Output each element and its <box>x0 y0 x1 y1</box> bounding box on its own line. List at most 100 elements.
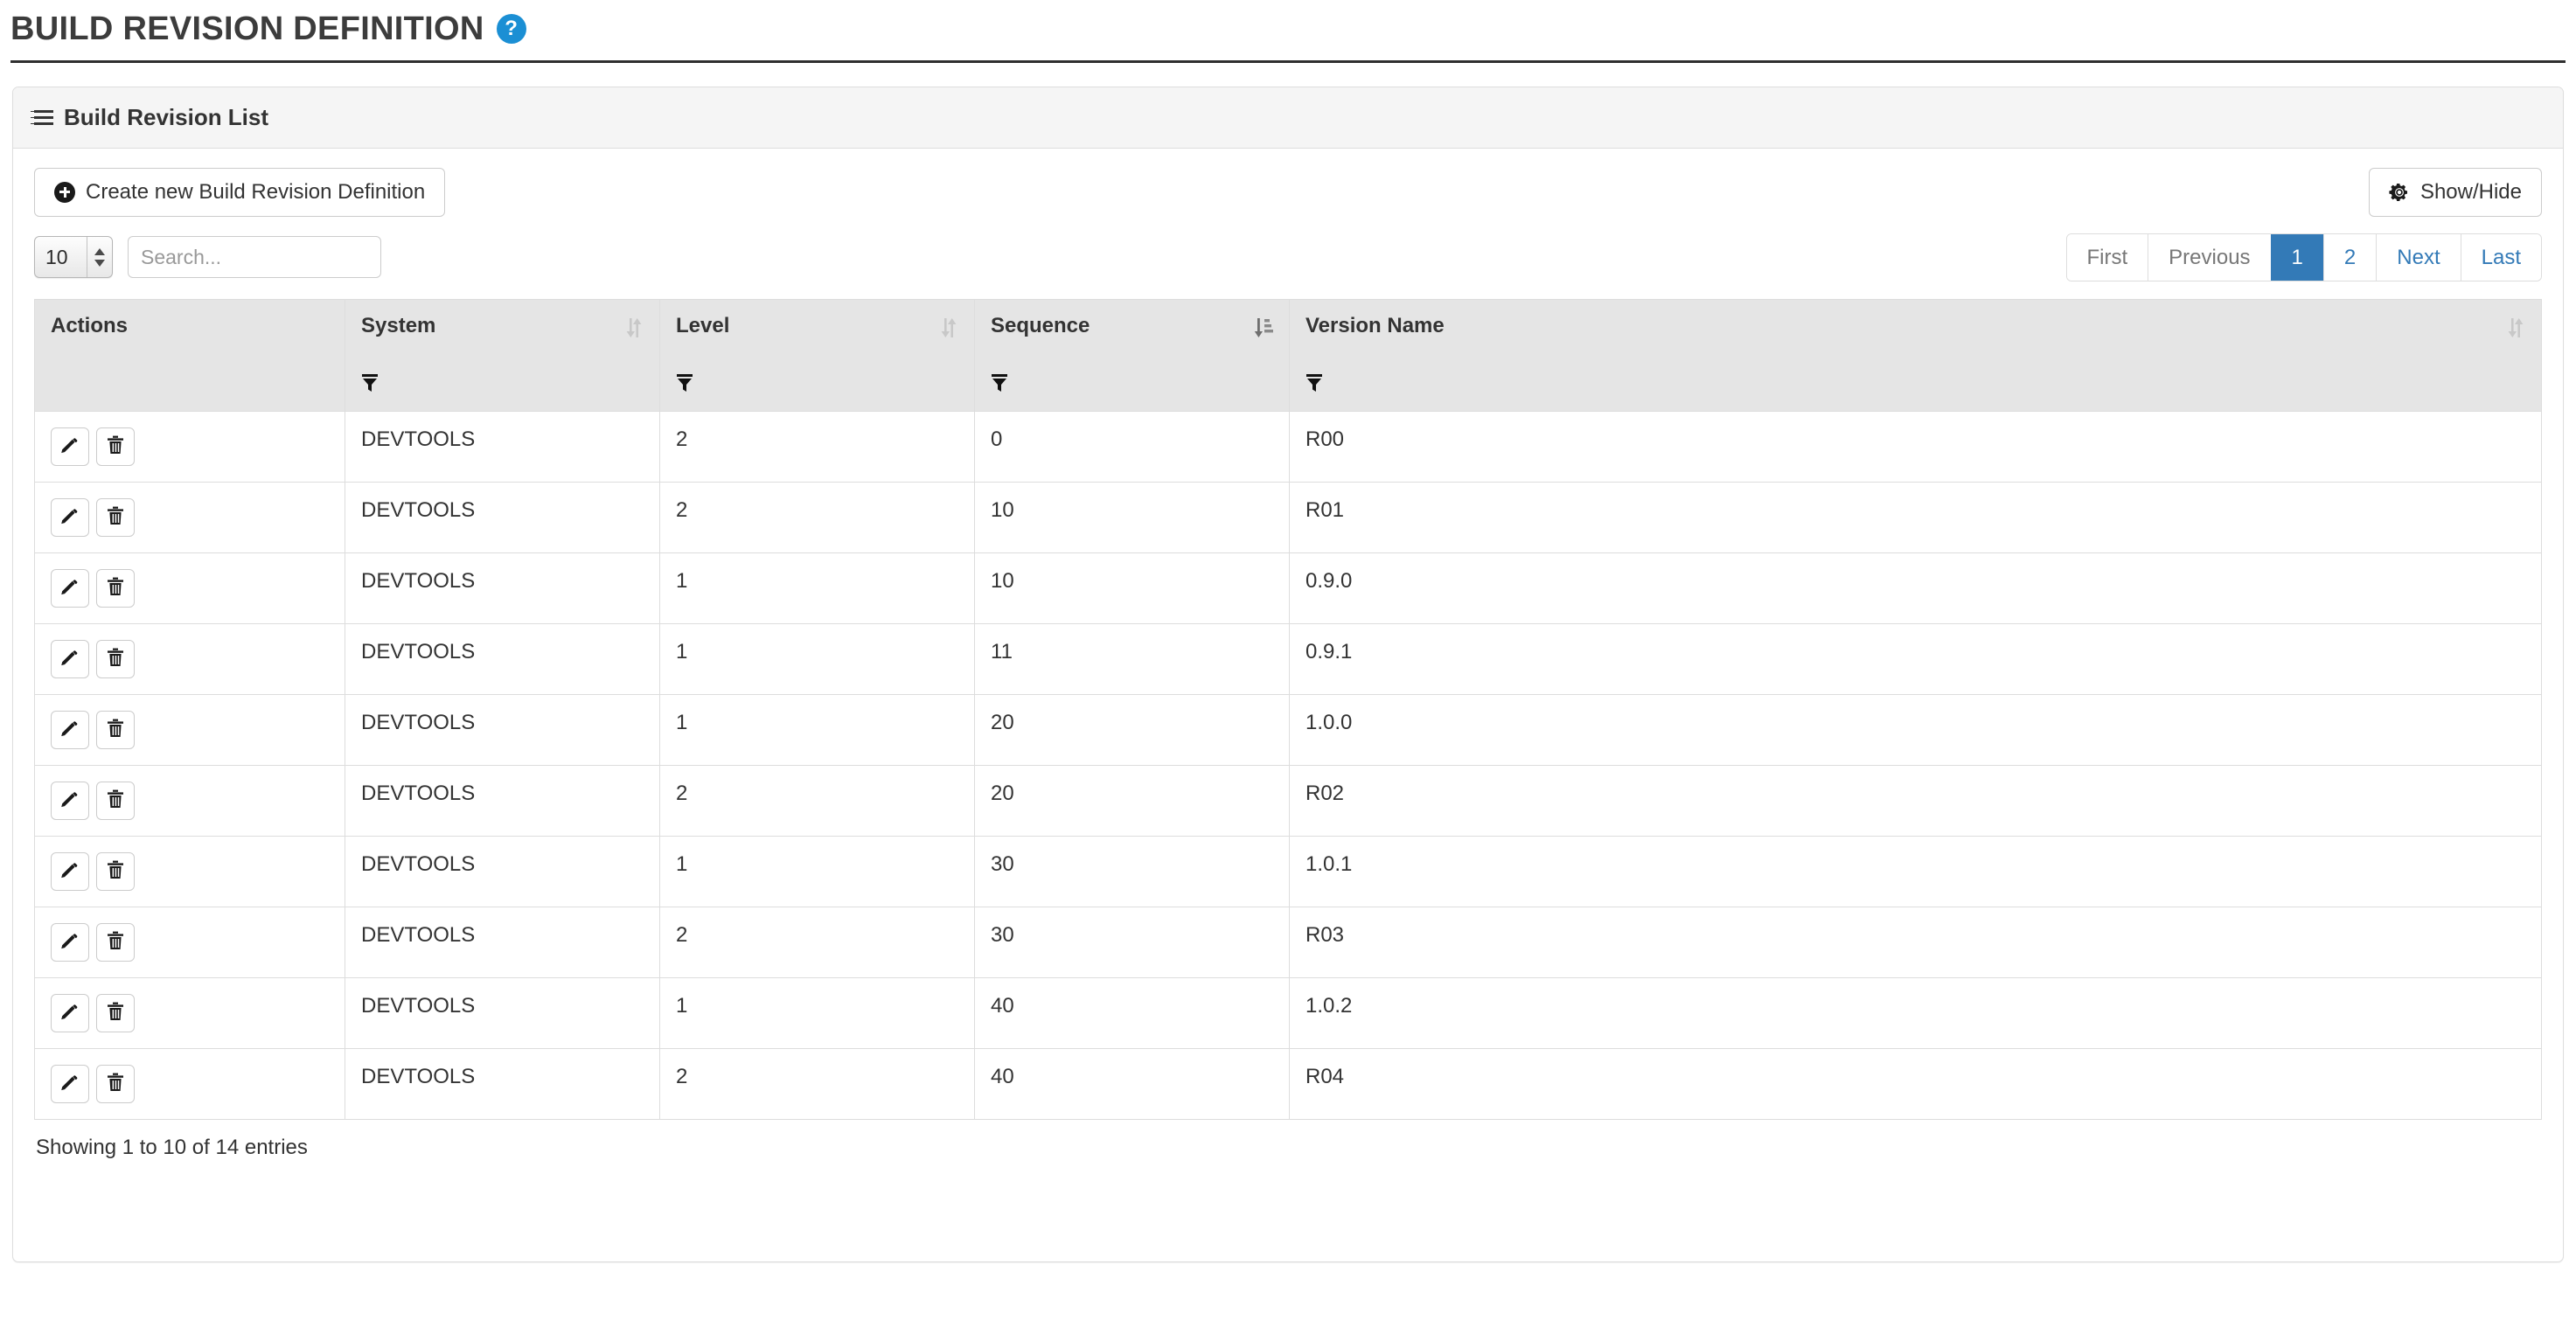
question-circle-icon[interactable]: ? <box>496 14 526 44</box>
cell-level: 1 <box>659 835 975 907</box>
cell-version-name: R03 <box>1289 906 2542 978</box>
column-header-level[interactable]: Level <box>659 298 975 412</box>
cell-level: 2 <box>659 1047 975 1120</box>
gear-icon <box>2389 182 2410 203</box>
funnel-icon <box>676 373 693 399</box>
row-actions-cell <box>34 835 345 907</box>
table-row: DEVTOOLS 1 30 1.0.1 <box>34 835 2542 907</box>
pagination-previous[interactable]: Previous <box>2148 233 2271 281</box>
column-header-version-name[interactable]: Version Name <box>1289 298 2542 412</box>
edit-button[interactable] <box>51 497 89 537</box>
pencil-icon <box>59 1072 80 1095</box>
cell-system: DEVTOOLS <box>345 764 660 837</box>
edit-button[interactable] <box>51 710 89 749</box>
delete-button[interactable] <box>96 1064 135 1103</box>
cell-level: 2 <box>659 764 975 837</box>
table-row: DEVTOOLS 2 10 R01 <box>34 481 2542 553</box>
edit-button[interactable] <box>51 851 89 891</box>
table-row: DEVTOOLS 1 40 1.0.2 <box>34 976 2542 1049</box>
funnel-icon <box>991 373 1008 399</box>
build-revision-table: Actions System Level Sequence Version Na… <box>34 298 2542 1120</box>
pencil-icon <box>59 1001 80 1025</box>
cell-sequence: 40 <box>974 976 1290 1049</box>
pagination-page-2[interactable]: 2 <box>2322 233 2377 281</box>
trash-icon <box>105 789 126 812</box>
trash-icon <box>105 505 126 529</box>
pencil-icon <box>59 434 80 458</box>
cell-sequence: 10 <box>974 481 1290 553</box>
delete-button[interactable] <box>96 568 135 608</box>
cell-system: DEVTOOLS <box>345 693 660 766</box>
column-header-system[interactable]: System <box>345 298 660 412</box>
delete-button[interactable] <box>96 427 135 466</box>
column-label-version-name: Version Name <box>1305 313 1445 337</box>
delete-button[interactable] <box>96 710 135 749</box>
create-build-revision-definition-button[interactable]: Create new Build Revision Definition <box>34 168 446 217</box>
row-actions-cell <box>34 976 345 1049</box>
column-filter-system[interactable] <box>361 373 379 399</box>
cell-level: 1 <box>659 693 975 766</box>
stepper-arrows-icon[interactable] <box>87 237 112 278</box>
column-filter-level[interactable] <box>676 373 693 399</box>
cell-sequence: 10 <box>974 552 1290 624</box>
edit-button[interactable] <box>51 922 89 962</box>
delete-button[interactable] <box>96 639 135 678</box>
delete-button[interactable] <box>96 993 135 1032</box>
cell-level: 2 <box>659 481 975 553</box>
column-filter-sequence[interactable] <box>991 373 1008 399</box>
edit-button[interactable] <box>51 568 89 608</box>
page-length-value: 10 <box>45 245 68 268</box>
table-body: DEVTOOLS 2 0 R00 DEVTOOLS 2 10 R01 DEVTOOLS 1 10 0.… <box>34 410 2542 1120</box>
title-divider <box>10 60 2566 63</box>
pencil-icon <box>59 859 80 883</box>
pagination-next[interactable]: Next <box>2376 233 2461 281</box>
create-button-label: Create new Build Revision Definition <box>86 180 426 204</box>
edit-button[interactable] <box>51 427 89 466</box>
row-actions-cell <box>34 906 345 978</box>
trash-icon <box>105 1001 126 1025</box>
search-input[interactable] <box>128 236 381 279</box>
cell-version-name: 1.0.2 <box>1289 976 2542 1049</box>
cell-level: 2 <box>659 906 975 978</box>
delete-button[interactable] <box>96 781 135 820</box>
edit-button[interactable] <box>51 993 89 1032</box>
table-controls-left: 10 <box>34 236 381 279</box>
chevron-down-icon <box>94 259 105 267</box>
edit-button[interactable] <box>51 781 89 820</box>
panel-body: Create new Build Revision Definition Sho… <box>13 149 2563 1160</box>
delete-button[interactable] <box>96 851 135 891</box>
cell-sequence: 20 <box>974 693 1290 766</box>
pencil-icon <box>59 718 80 741</box>
show-hide-button[interactable]: Show/Hide <box>2368 168 2542 217</box>
delete-button[interactable] <box>96 922 135 962</box>
cell-version-name: 0.9.0 <box>1289 552 2542 624</box>
trash-icon <box>105 718 126 741</box>
column-header-sequence[interactable]: Sequence <box>974 298 1290 412</box>
edit-button[interactable] <box>51 1064 89 1103</box>
pagination-page-1[interactable]: 1 <box>2270 233 2323 281</box>
cell-level: 1 <box>659 976 975 1049</box>
cell-version-name: R01 <box>1289 481 2542 553</box>
table-head: Actions System Level Sequence Version Na… <box>34 298 2542 412</box>
funnel-icon <box>1305 373 1323 399</box>
trash-icon <box>105 1072 126 1095</box>
column-label-actions: Actions <box>51 313 129 337</box>
sort-unsorted-icon[interactable] <box>939 316 958 345</box>
pagination: First Previous 1 2 Next Last <box>2065 233 2542 281</box>
cell-system: DEVTOOLS <box>345 906 660 978</box>
column-label-sequence: Sequence <box>991 313 1090 337</box>
pagination-first[interactable]: First <box>2066 233 2148 281</box>
sort-unsorted-icon[interactable] <box>624 316 644 345</box>
column-filter-version-name[interactable] <box>1305 373 1323 399</box>
table-header-row: Actions System Level Sequence Version Na… <box>34 298 2542 412</box>
edit-button[interactable] <box>51 639 89 678</box>
cell-system: DEVTOOLS <box>345 1047 660 1120</box>
sort-ascending-icon[interactable] <box>1252 316 1273 345</box>
sort-unsorted-icon[interactable] <box>2506 316 2525 345</box>
table-info: Showing 1 to 10 of 14 entries <box>36 1135 308 1159</box>
pagination-last[interactable]: Last <box>2460 233 2541 281</box>
page-title-row: BUILD REVISION DEFINITION ? <box>10 12 2576 45</box>
page-length-select[interactable]: 10 <box>34 236 113 279</box>
pencil-icon <box>59 576 80 600</box>
delete-button[interactable] <box>96 497 135 537</box>
